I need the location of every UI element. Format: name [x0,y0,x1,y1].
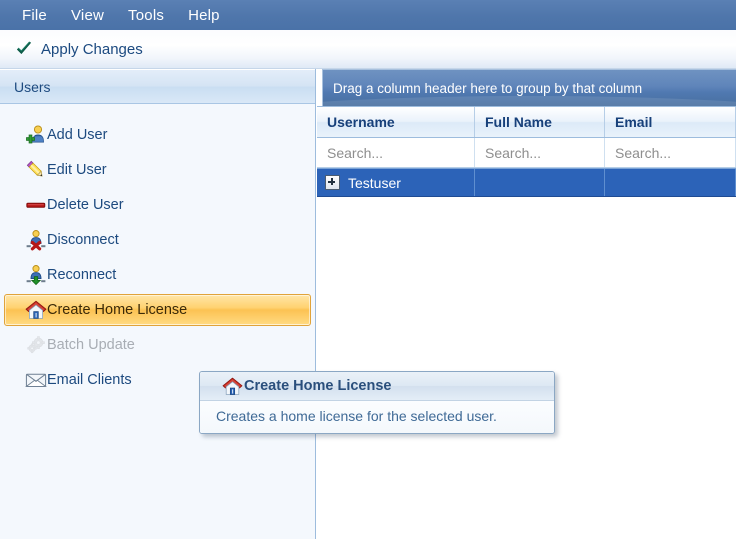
grid-search-row: Search... Search... Search... [317,138,736,168]
menu-item-file[interactable]: File [10,4,59,27]
edit-user-icon [15,159,43,181]
sidebar-item-add-user[interactable]: Add User [4,119,311,151]
add-user-icon [15,124,44,146]
tooltip-body: Creates a home license for the selected … [200,401,554,433]
sidebar-item-label: Add User [47,127,108,143]
search-input-full-name[interactable]: Search... [475,138,605,167]
tooltip: Create Home License Creates a home licen… [199,371,555,434]
column-header-username[interactable]: Username [317,107,475,137]
batch-update-icon [15,334,45,356]
sidebar-item-label: Delete User [47,197,124,213]
search-input-email[interactable]: Search... [605,138,736,167]
sidebar-item-edit-user[interactable]: Edit User [4,154,311,186]
group-by-panel[interactable]: Drag a column header here to group by th… [322,69,736,106]
sidebar-item-label: Edit User [47,162,107,178]
grid-empty-area [317,197,736,537]
panel-header-users: Users [0,69,315,104]
sidebar-item-label: Email Clients [47,372,132,388]
column-header-full-name[interactable]: Full Name [475,107,605,137]
grid-header-row: Username Full Name Email [317,106,736,138]
email-clients-icon [15,369,47,391]
disconnect-user-icon [15,229,46,251]
search-input-username[interactable]: Search... [317,138,475,167]
sidebar-item-delete-user[interactable]: Delete User [4,189,311,221]
sidebar-item-label: Batch Update [47,337,135,353]
check-icon [15,40,33,58]
toolbar: Apply Changes [0,30,736,69]
sidebar-item-disconnect[interactable]: Disconnect [4,224,311,256]
column-header-email[interactable]: Email [605,107,736,137]
table-row[interactable]: Testuser [317,168,736,197]
cell-email[interactable] [605,169,736,196]
sidebar-item-label: Create Home License [47,302,188,318]
delete-user-icon [15,194,46,216]
menu-item-help[interactable]: Help [176,4,232,27]
tooltip-title: Create Home License [244,378,392,394]
sidebar-item-label: Reconnect [47,267,117,283]
reconnect-user-icon [15,264,46,286]
sidebar-item-label: Disconnect [47,232,119,248]
sidebar-item-batch-update: Batch Update [4,329,311,361]
menu-item-view[interactable]: View [59,4,116,27]
home-license-icon [15,299,47,321]
cell-full-name[interactable] [475,169,605,196]
sidebar-item-create-home-license[interactable]: Create Home License [4,294,311,326]
users-navigation-panel: Users Add User Edit User Delete User Dis… [0,69,316,539]
group-by-panel-text: Drag a column header here to group by th… [333,80,643,96]
sidebar-item-reconnect[interactable]: Reconnect [4,259,311,291]
expand-row-icon[interactable] [325,175,340,190]
application-window: File View Tools Help Apply Changes Users [0,0,736,539]
cell-username-text: Testuser [348,174,401,191]
apply-changes-button[interactable]: Apply Changes [11,37,151,61]
menu-bar: File View Tools Help [0,0,736,30]
menu-item-tools[interactable]: Tools [116,4,176,27]
tooltip-header: Create Home License [200,372,554,401]
cell-username[interactable]: Testuser [317,169,475,196]
apply-changes-label: Apply Changes [41,40,143,58]
home-license-icon [211,376,243,397]
nav-list: Add User Edit User Delete User Disconnec… [0,104,315,396]
users-grid: Drag a column header here to group by th… [317,69,736,539]
panel-header-title: Users [14,78,51,95]
